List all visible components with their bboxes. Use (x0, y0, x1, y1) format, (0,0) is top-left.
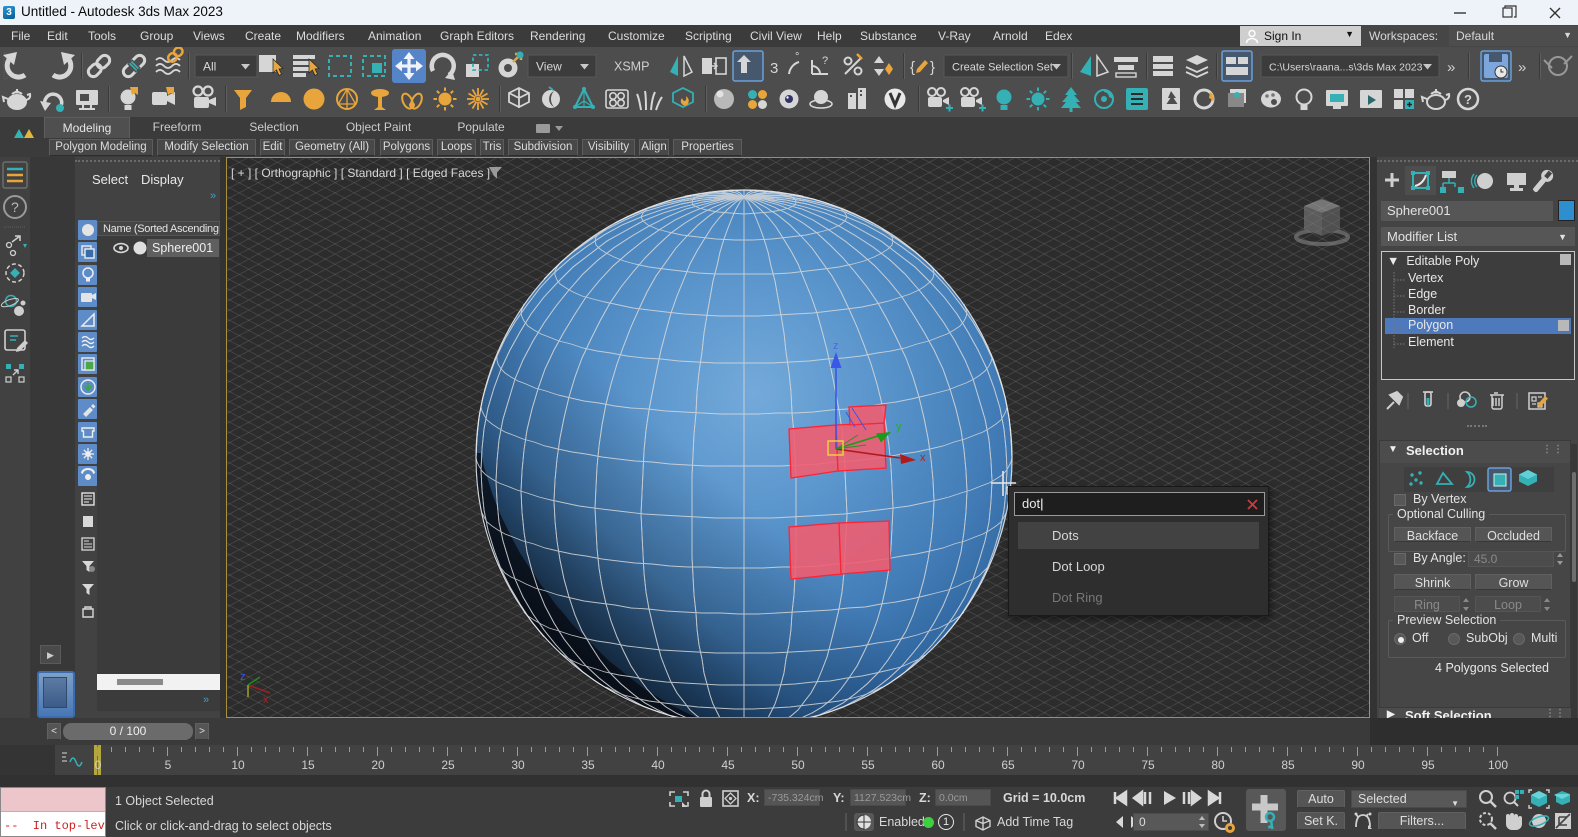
svg-text:70: 70 (1071, 758, 1085, 772)
svg-text:°: ° (795, 51, 799, 63)
svg-text:0: 0 (95, 758, 102, 772)
svg-text:50: 50 (791, 758, 805, 772)
svg-text:20: 20 (371, 758, 385, 772)
svg-text:25: 25 (441, 758, 455, 772)
svg-text:x: x (263, 694, 269, 706)
svg-text:55: 55 (861, 758, 875, 772)
svg-text:10: 10 (231, 758, 245, 772)
svg-text:?: ? (822, 55, 828, 67)
svg-text:15: 15 (301, 758, 315, 772)
svg-text:All: All (203, 60, 216, 74)
svg-text:XSMP: XSMP (614, 60, 649, 74)
svg-text:40: 40 (651, 758, 665, 772)
svg-text:5: 5 (165, 758, 172, 772)
svg-text:[ + ] [ Orthographic ] [ Stand: [ + ] [ Orthographic ] [ Standard ] [ Ed… (231, 166, 490, 180)
svg-text:95: 95 (1421, 758, 1435, 772)
svg-text:45: 45 (721, 758, 735, 772)
svg-text:y: y (896, 421, 902, 433)
svg-text:z: z (833, 340, 839, 352)
svg-text:x: x (920, 452, 926, 464)
svg-text:{: { (910, 59, 915, 76)
svg-text:60: 60 (931, 758, 945, 772)
svg-text:?: ? (11, 199, 19, 215)
svg-text:90: 90 (1351, 758, 1365, 772)
svg-text:}: } (930, 59, 935, 76)
svg-text:30: 30 (511, 758, 525, 772)
svg-text:C:\Users\raana...s\3ds Max 202: C:\Users\raana...s\3ds Max 2023 (1269, 62, 1423, 74)
svg-text:100: 100 (1488, 758, 1508, 772)
svg-text:3: 3 (770, 60, 778, 77)
svg-text:85: 85 (1281, 758, 1295, 772)
svg-text:35: 35 (581, 758, 595, 772)
svg-text:»: » (1447, 59, 1455, 76)
svg-text:z: z (240, 671, 246, 683)
svg-text:65: 65 (1001, 758, 1015, 772)
svg-text:Create Selection Set: Create Selection Set (952, 62, 1053, 74)
svg-text:?: ? (1464, 92, 1472, 107)
svg-text:75: 75 (1141, 758, 1155, 772)
svg-text:»: » (1518, 59, 1526, 76)
svg-text:80: 80 (1211, 758, 1225, 772)
svg-text:View: View (536, 60, 562, 74)
